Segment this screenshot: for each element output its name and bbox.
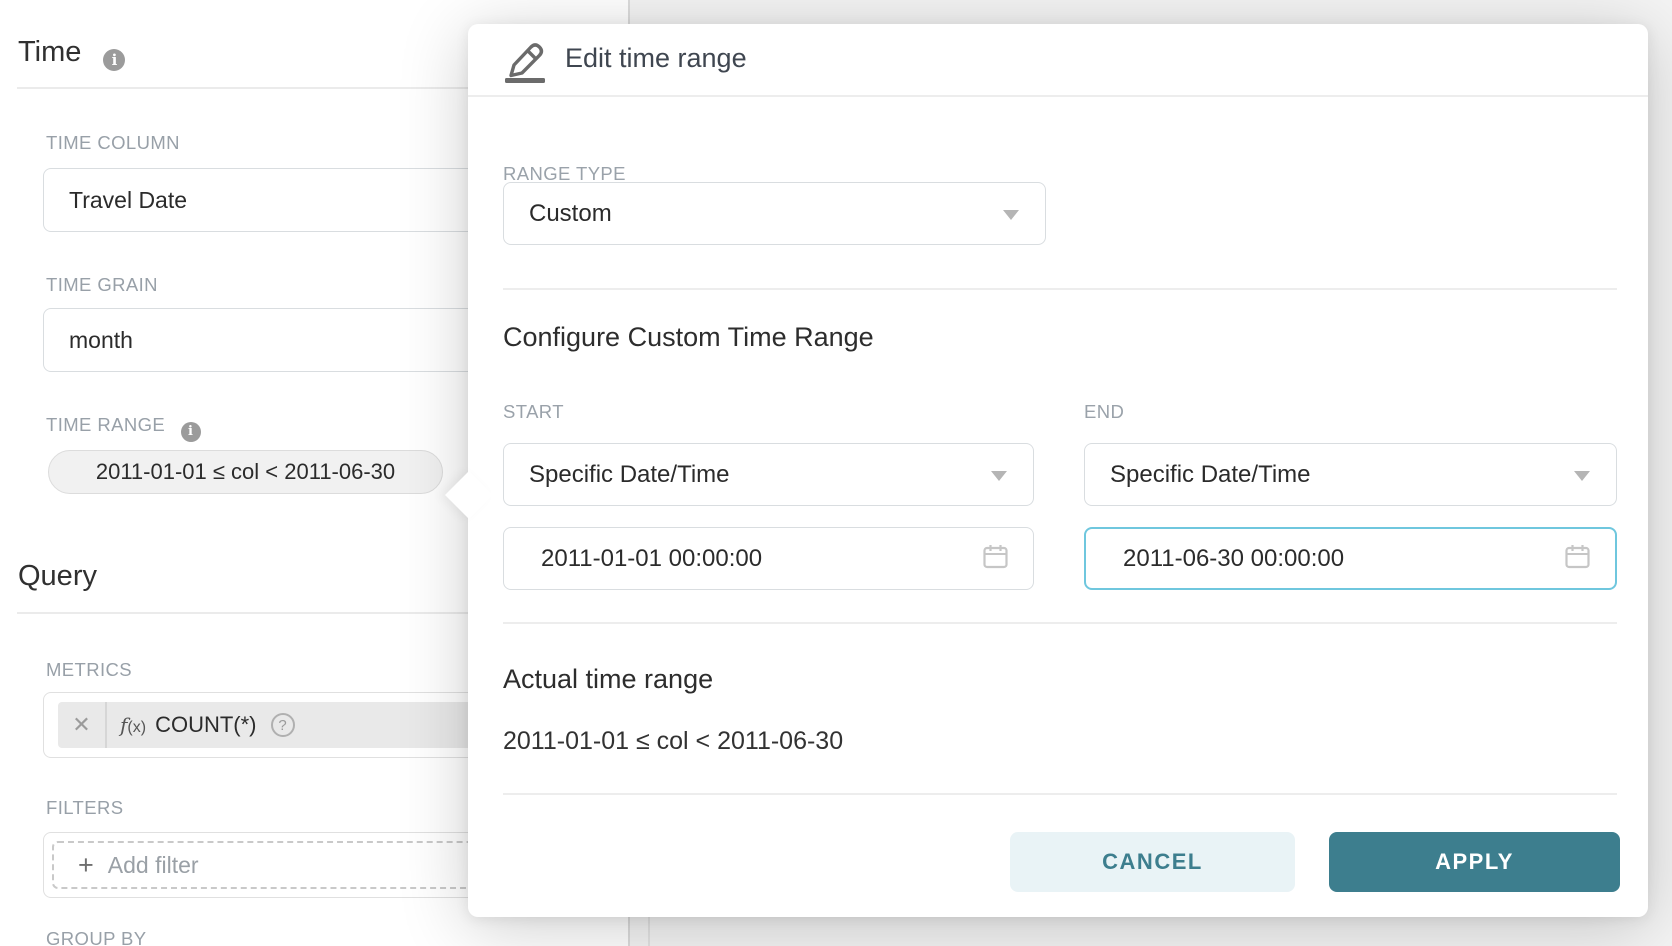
fx-args: (x): [127, 719, 146, 736]
metrics-label: METRICS: [46, 659, 132, 681]
time-section-title-text: Time: [18, 36, 81, 68]
apply-button[interactable]: APPLY: [1329, 832, 1620, 892]
filters-label: FILTERS: [46, 797, 124, 819]
metric-help-icon[interactable]: ?: [271, 713, 295, 737]
range-type-divider: [503, 288, 1617, 290]
end-datetime-input[interactable]: [1086, 529, 1615, 588]
header-divider: [468, 95, 1648, 97]
time-grain-value: month: [44, 327, 133, 354]
start-mode-select[interactable]: Specific Date/Time: [503, 443, 1034, 506]
time-range-label: TIME RANGE i: [46, 414, 201, 442]
configure-heading: Configure Custom Time Range: [503, 322, 874, 353]
edit-time-range-popover: Edit time range RANGE TYPE Custom Config…: [468, 24, 1648, 917]
function-icon: f(x): [120, 713, 146, 737]
calendar-icon[interactable]: [982, 543, 1009, 575]
start-mode-value: Specific Date/Time: [504, 461, 730, 489]
actual-range-value: 2011-01-01 ≤ col < 2011-06-30: [503, 727, 843, 756]
cancel-button[interactable]: CANCEL: [1010, 832, 1295, 892]
edit-pencil-icon: [502, 32, 546, 89]
calendar-icon[interactable]: [1564, 543, 1591, 575]
panel-divider-secondary: [648, 917, 650, 946]
time-section-title: Time i: [18, 36, 125, 71]
time-column-value: Travel Date: [44, 187, 187, 214]
start-datetime-input[interactable]: [504, 528, 1033, 589]
chip-separator: [105, 702, 107, 748]
time-range-label-text: TIME RANGE: [46, 414, 165, 435]
end-label: END: [1084, 401, 1124, 423]
range-type-value: Custom: [504, 200, 612, 228]
chevron-down-icon: [991, 471, 1007, 481]
end-datetime-field: [1084, 527, 1617, 590]
start-datetime-field: [503, 527, 1034, 590]
time-range-pill[interactable]: 2011-01-01 ≤ col < 2011-06-30: [48, 450, 443, 494]
screen: Time i TIME COLUMN Travel Date TIME GRAI…: [0, 0, 1672, 946]
time-column-label: TIME COLUMN: [46, 132, 180, 154]
query-section-title: Query: [18, 560, 97, 593]
time-info-icon[interactable]: i: [103, 49, 125, 71]
end-mode-value: Specific Date/Time: [1085, 461, 1311, 489]
popover-title: Edit time range: [565, 43, 747, 74]
popover-header: Edit time range: [468, 24, 1648, 95]
actual-range-heading: Actual time range: [503, 664, 713, 695]
group-by-label: GROUP BY: [46, 928, 147, 946]
time-range-info-icon[interactable]: i: [181, 422, 201, 442]
range-type-select[interactable]: Custom: [503, 182, 1046, 245]
plus-icon: +: [78, 852, 94, 879]
time-grain-label: TIME GRAIN: [46, 274, 158, 296]
add-filter-text: Add filter: [108, 852, 199, 879]
configure-divider: [503, 622, 1617, 624]
query-section-title-text: Query: [18, 560, 97, 592]
chevron-down-icon: [1003, 210, 1019, 220]
metric-expression: COUNT(*): [155, 712, 256, 738]
start-label: START: [503, 401, 564, 423]
chevron-down-icon: [1574, 471, 1590, 481]
remove-metric-icon[interactable]: ✕: [58, 712, 105, 738]
footer-divider: [503, 793, 1617, 795]
end-mode-select[interactable]: Specific Date/Time: [1084, 443, 1617, 506]
